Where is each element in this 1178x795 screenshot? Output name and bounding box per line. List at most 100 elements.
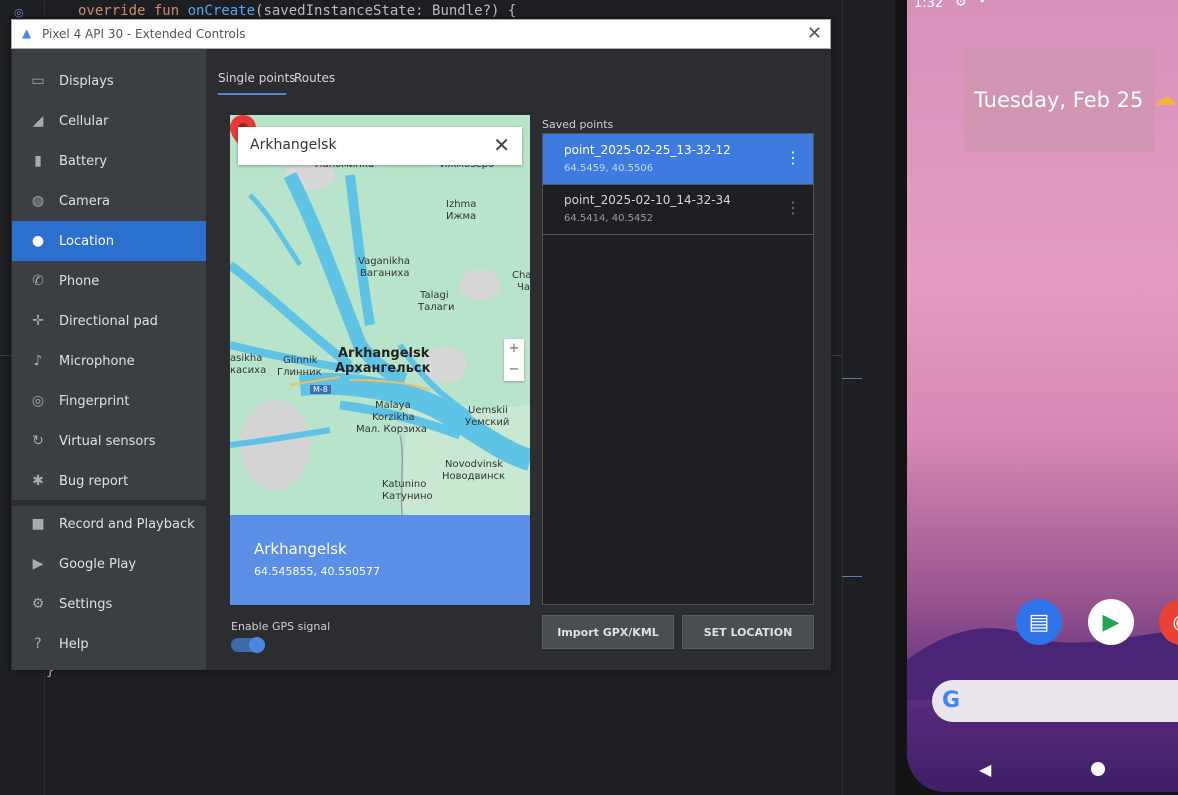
code-line[interactable]: override fun onCreate(savedInstanceState… (78, 3, 516, 19)
window-title: Pixel 4 API 30 - Extended Controls (42, 27, 246, 41)
sidebar-item-settings[interactable]: ⚙ Settings (12, 584, 206, 624)
sidebar-item-fingerprint[interactable]: ◎ Fingerprint (12, 381, 206, 421)
google-search-bar[interactable]: G (932, 680, 1178, 722)
import-gpx-kml-button[interactable]: Import GPX/KML (542, 615, 674, 649)
saved-point-name: point_2025-02-25_13-32-12 (564, 143, 731, 157)
sidebar-item-cellular[interactable]: ◢ Cellular (12, 101, 206, 141)
saved-point-row[interactable]: point_2025-02-10_14-32-34 64.5414, 40.54… (543, 184, 813, 235)
date-text: Tuesday, Feb 25 (974, 88, 1144, 112)
sidebar-item-phone[interactable]: ✆ Phone (12, 261, 206, 301)
map-label: Талаги (418, 302, 455, 313)
saved-point-name: point_2025-02-10_14-32-34 (564, 193, 731, 207)
home-icon[interactable] (1091, 762, 1105, 776)
sidebar-item-camera[interactable]: ◍ Camera (12, 181, 206, 221)
fingerprint-icon: ◎ (31, 393, 45, 409)
divider (842, 378, 862, 379)
title-bar[interactable]: ▲ Pixel 4 API 30 - Extended Controls ✕ (11, 19, 831, 49)
map-view[interactable]: Лапоминка Ижмозеро Izhma Ижма Vaganikha … (230, 115, 530, 515)
map-terrain (230, 115, 530, 515)
phone-screen[interactable]: 1:32 ⚙ • Tuesday, Feb 25 ☁ ▤ ▶ ◉ G ◀ (907, 0, 1178, 792)
bug-icon: ✱ (32, 473, 44, 489)
video-icon: ■ (31, 516, 45, 532)
map-label: Ваганиха (360, 268, 410, 279)
active-tab-indicator (218, 93, 286, 95)
saved-point-coords: 64.5414, 40.5452 (564, 213, 654, 224)
status-dot-icon: • (979, 0, 986, 8)
more-vert-icon[interactable]: ⋮ (785, 198, 801, 217)
map-label: Глинник (277, 367, 322, 378)
gutter-override-icon[interactable]: ◎ (14, 6, 24, 19)
gear-icon: ⚙ (31, 596, 45, 612)
saved-point-coords: 64.5459, 40.5506 (564, 163, 654, 174)
map-label: Vaganikha (358, 256, 411, 267)
map-label: Katunino (382, 479, 427, 490)
divider (842, 576, 862, 577)
map-search-input[interactable]: Arkhangelsk (250, 137, 337, 153)
camera-icon: ◍ (31, 193, 45, 209)
sidebar-item-virtual-sensors[interactable]: ↻ Virtual sensors (12, 421, 206, 461)
map-label-city: Arkhangelsk (338, 346, 430, 361)
code-keyword: override fun (78, 3, 188, 19)
date-widget[interactable]: Tuesday, Feb 25 ☁ (964, 48, 1176, 152)
gps-toggle[interactable] (231, 637, 265, 653)
sidebar-item-directional-pad[interactable]: ✛ Directional pad (12, 301, 206, 341)
location-coordinates: 64.545855, 40.550577 (254, 565, 380, 578)
map-label: Катунино (382, 491, 433, 502)
gps-toggle-label: Enable GPS signal (231, 620, 331, 633)
zoom-out-button[interactable]: − (504, 360, 524, 381)
sidebar-item-displays[interactable]: ▭ Displays (12, 61, 206, 101)
sidebar-item-label: Fingerprint (59, 393, 130, 409)
back-icon[interactable]: ◀ (979, 760, 991, 779)
map-label: Uemskii (468, 405, 508, 416)
ide-right-panel (842, 0, 896, 795)
messages-app-icon[interactable]: ▤ (1016, 599, 1062, 645)
status-gear-icon: ⚙ (955, 0, 967, 10)
location-details-panel: Arkhangelsk 64.545855, 40.550577 (230, 515, 530, 605)
saved-point-row[interactable]: point_2025-02-25_13-32-12 64.5459, 40.55… (543, 134, 813, 185)
sidebar-item-label: Camera (59, 193, 111, 209)
map-label: asikha (230, 353, 263, 364)
map-label: касиха (230, 365, 267, 376)
location-icon: ● (31, 233, 45, 249)
sidebar-item-microphone[interactable]: ♪ Microphone (12, 341, 206, 381)
map-label-city: Архангельск (335, 361, 431, 376)
road-badge: M-8 (310, 385, 331, 394)
android-studio-icon: ▲ (22, 26, 32, 40)
play-store-app-icon[interactable]: ▶ (1088, 599, 1134, 645)
sidebar-item-google-play[interactable]: ▶ Google Play (12, 544, 206, 584)
clear-search-icon[interactable]: ✕ (493, 133, 510, 157)
sensors-icon: ↻ (32, 433, 44, 449)
map-label: Cha (512, 270, 530, 281)
map-label: Уемский (465, 417, 510, 428)
sidebar-item-help[interactable]: ? Help (12, 624, 206, 664)
map-search-box[interactable]: Arkhangelsk ✕ (238, 127, 522, 165)
emulator-phone: 1:32 ⚙ • Tuesday, Feb 25 ☁ ▤ ▶ ◉ G ◀ (895, 0, 1178, 795)
map-label: Izhma (446, 199, 477, 210)
code-function: onCreate (187, 3, 256, 19)
battery-icon: ▮ (34, 153, 42, 169)
microphone-icon: ♪ (33, 353, 43, 369)
map-label: Talagi (420, 290, 449, 301)
sidebar-item-label: Help (59, 636, 89, 652)
zoom-in-button[interactable]: + (504, 339, 524, 360)
sidebar-item-label: Displays (59, 73, 114, 89)
sidebar-item-bug-report[interactable]: ✱ Bug report (12, 461, 206, 501)
close-icon[interactable]: ✕ (807, 23, 822, 44)
tab-single-points[interactable]: Single points (218, 71, 296, 85)
sidebar-item-record-playback[interactable]: ■ Record and Playback (12, 504, 206, 544)
tab-routes[interactable]: Routes (294, 71, 335, 85)
code-params: (savedInstanceState: Bundle?) { (255, 3, 517, 19)
sidebar-item-label: Bug report (59, 473, 129, 489)
more-vert-icon[interactable]: ⋮ (785, 148, 801, 167)
sidebar-item-label: Microphone (59, 353, 135, 369)
set-location-button[interactable]: SET LOCATION (682, 615, 814, 649)
map-label: Glinnik (283, 355, 318, 366)
status-time: 1:32 (914, 0, 944, 11)
sidebar-item-location[interactable]: ● Location (12, 221, 206, 261)
weather-icon: ☁ (1154, 86, 1176, 111)
toggle-knob (249, 637, 265, 653)
phone-icon: ✆ (32, 273, 44, 289)
sidebar-item-battery[interactable]: ▮ Battery (12, 141, 206, 181)
display-icon: ▭ (31, 73, 45, 89)
saved-points-label: Saved points (542, 118, 614, 131)
